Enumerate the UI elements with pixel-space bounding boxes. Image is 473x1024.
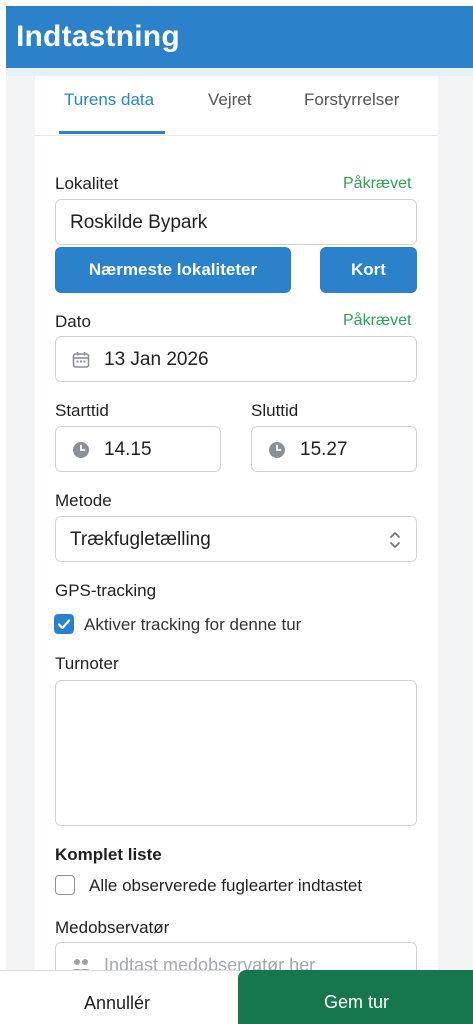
co-observer-label: Medobservatør bbox=[55, 918, 170, 937]
date-input[interactable]: 13 Jan 2026 bbox=[55, 336, 417, 382]
screen: Indtastning Turens data Vejret Forstyrre… bbox=[0, 0, 473, 1024]
start-time-input[interactable]: 14.15 bbox=[55, 426, 221, 472]
start-time-label: Starttid bbox=[55, 401, 109, 420]
tab-vejret[interactable]: Vejret bbox=[208, 90, 251, 110]
date-value: 13 Jan 2026 bbox=[104, 349, 209, 370]
locality-value: Roskilde Bypark bbox=[70, 212, 208, 233]
notes-label: Turnoter bbox=[55, 654, 119, 673]
clock-icon bbox=[73, 442, 89, 458]
complete-list-checkbox-label[interactable]: Alle observerede fuglearter indtastet bbox=[89, 876, 362, 896]
header-shadow-strip bbox=[6, 68, 473, 76]
active-tab-indicator bbox=[59, 131, 165, 134]
end-time-label: Sluttid bbox=[251, 401, 299, 420]
locality-label: Lokalitet bbox=[55, 174, 119, 193]
method-select[interactable]: Trækfugletælling bbox=[55, 516, 417, 562]
locality-input[interactable]: Roskilde Bypark bbox=[55, 199, 417, 245]
gps-tracking-checkbox[interactable] bbox=[54, 614, 74, 634]
app-header: Indtastning bbox=[6, 6, 473, 68]
gps-label: GPS-tracking bbox=[55, 581, 157, 600]
cancel-button[interactable]: Annullér bbox=[0, 970, 238, 1024]
updown-chevron-icon bbox=[390, 532, 400, 548]
end-time-value: 15.27 bbox=[300, 439, 348, 460]
save-trip-button[interactable]: Gem tur bbox=[238, 970, 473, 1024]
save-label: Gem tur bbox=[324, 992, 390, 1012]
start-time-value: 14.15 bbox=[104, 439, 152, 460]
date-label: Dato bbox=[55, 312, 91, 331]
gps-checkbox-label[interactable]: Aktiver tracking for denne tur bbox=[84, 615, 301, 635]
clock-icon bbox=[269, 442, 285, 458]
complete-list-checkbox[interactable] bbox=[55, 875, 75, 895]
locality-required-badge: Påkrævet bbox=[343, 175, 412, 192]
tab-bar: Turens data Vejret Forstyrrelser bbox=[35, 84, 438, 136]
nearest-localities-button[interactable]: Nærmeste lokaliteter bbox=[55, 247, 291, 293]
end-time-input[interactable]: 15.27 bbox=[251, 426, 417, 472]
complete-list-label: Komplet liste bbox=[55, 845, 162, 864]
checkmark-icon bbox=[57, 619, 71, 630]
notes-textarea[interactable] bbox=[55, 680, 417, 826]
map-button[interactable]: Kort bbox=[320, 247, 417, 293]
tab-turens-data[interactable]: Turens data bbox=[64, 90, 154, 110]
date-required-badge: Påkrævet bbox=[343, 312, 412, 329]
calendar-icon bbox=[72, 352, 90, 368]
method-label: Metode bbox=[55, 491, 112, 510]
page-title: Indtastning bbox=[16, 20, 180, 53]
method-value: Trækfugletælling bbox=[70, 529, 211, 550]
cancel-label: Annullér bbox=[84, 993, 151, 1013]
tab-forstyrrelser[interactable]: Forstyrrelser bbox=[304, 90, 399, 110]
